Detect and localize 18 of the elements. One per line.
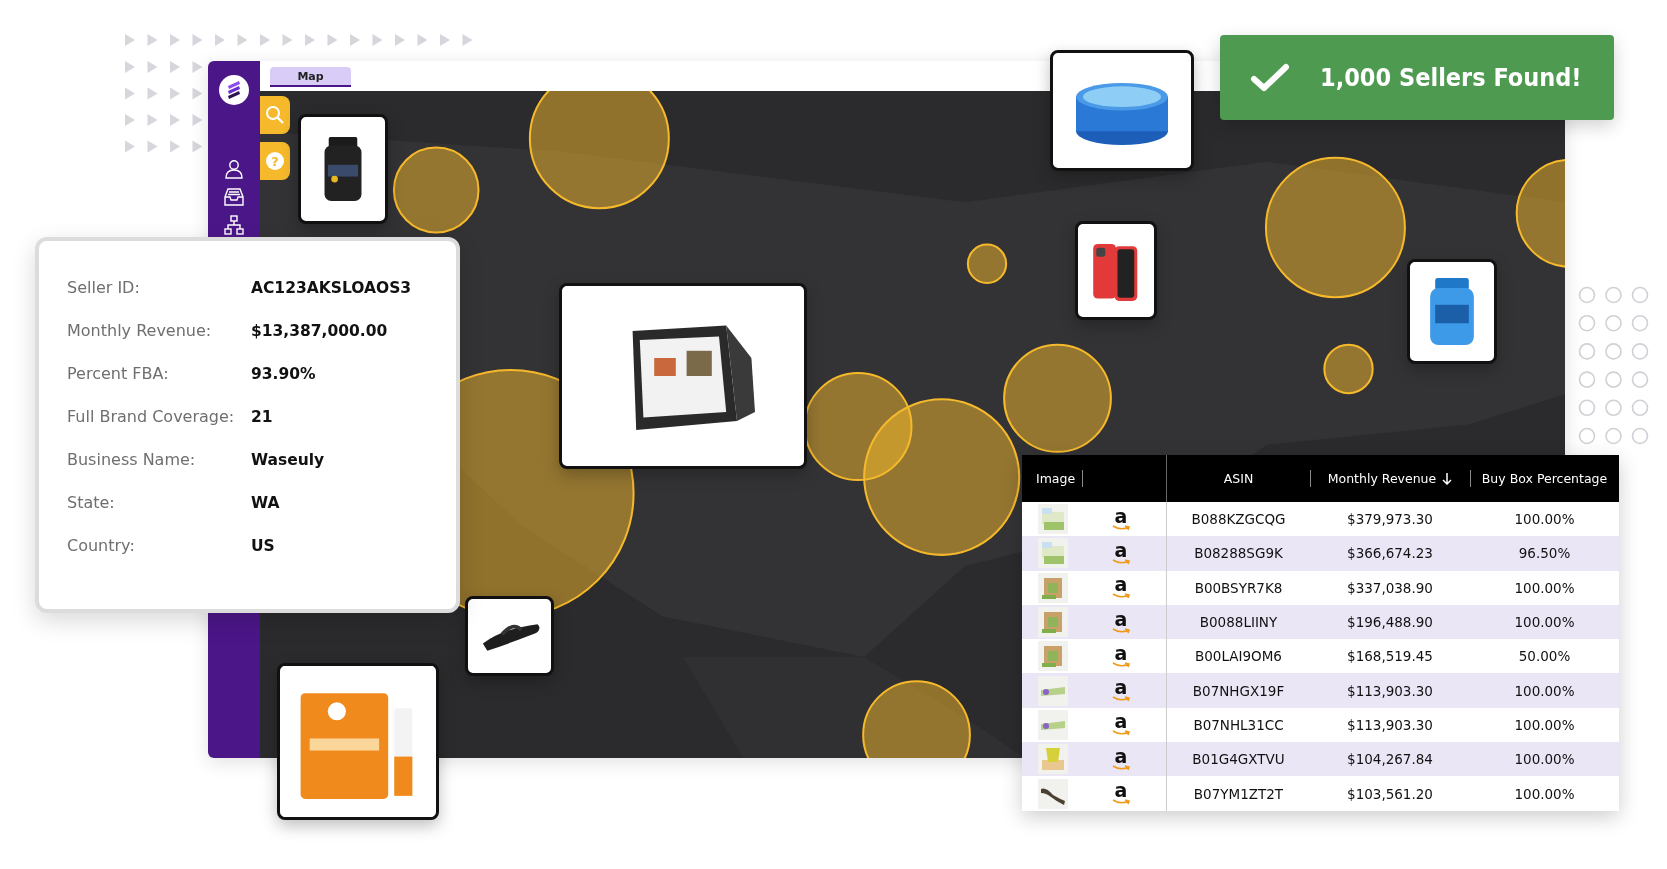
user-icon[interactable]: [224, 159, 244, 179]
tab[interactable]: Map: [270, 67, 351, 87]
inbox-icon[interactable]: [224, 187, 244, 207]
check-icon: [1250, 62, 1290, 93]
table-cell-text: B07YM1ZT2T: [1192, 785, 1285, 802]
logo-icon[interactable]: [219, 75, 249, 105]
notification-text: 1,000 Sellers Found!: [1320, 63, 1582, 92]
field-label: Percent FBA:: [67, 364, 170, 383]
network-icon[interactable]: [224, 215, 244, 235]
field-label: Business Name:: [67, 450, 197, 469]
field-label: Country:: [67, 536, 136, 555]
table-cell-text: $103,561.20: [1346, 785, 1434, 802]
field-label: State:: [67, 493, 116, 512]
store-logo[interactable]: a: [1112, 782, 1130, 805]
table-cell-text: 100.00%: [1513, 785, 1576, 802]
field-label: Monthly Revenue:: [67, 321, 213, 340]
field-label: Full Brand Coverage:: [67, 407, 236, 426]
field-label: Seller ID:: [67, 278, 141, 297]
